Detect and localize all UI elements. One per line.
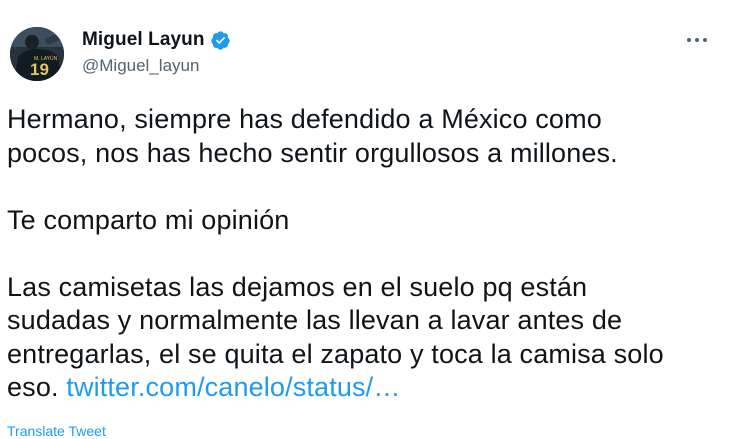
tweet-paragraph-last: Las camisetas las dejamos en el suelo pq… — [7, 271, 722, 405]
tweet-paragraph: Te comparto mi opinión — [7, 204, 290, 235]
more-dot — [703, 38, 707, 42]
author-name-row: Miguel Layun — [82, 29, 231, 51]
tweet-text: Hermano, siempre has defendido a México … — [7, 103, 722, 405]
author-handle[interactable]: @Miguel_layun — [82, 56, 199, 76]
more-dot — [695, 38, 699, 42]
avatar-jersey-name: M. LAYÚN — [34, 55, 58, 62]
avatar-jersey-number: 19 — [30, 60, 49, 79]
more-dot — [687, 38, 691, 42]
avatar-image: 19 M. LAYÚN — [10, 27, 64, 81]
author-display-name[interactable]: Miguel Layun — [82, 29, 205, 51]
tweet-paragraph: Hermano, siempre has defendido a México … — [7, 104, 618, 168]
avatar[interactable]: 19 M. LAYÚN — [10, 27, 64, 81]
tweet-link[interactable]: twitter.com/canelo/status/… — [66, 372, 400, 402]
tweet-card: 19 M. LAYÚN Miguel Layun @Miguel_layun H… — [0, 0, 730, 439]
translate-tweet-link[interactable]: Translate Tweet — [7, 423, 106, 439]
more-options-icon[interactable] — [682, 30, 712, 50]
verified-badge-icon — [210, 30, 231, 51]
